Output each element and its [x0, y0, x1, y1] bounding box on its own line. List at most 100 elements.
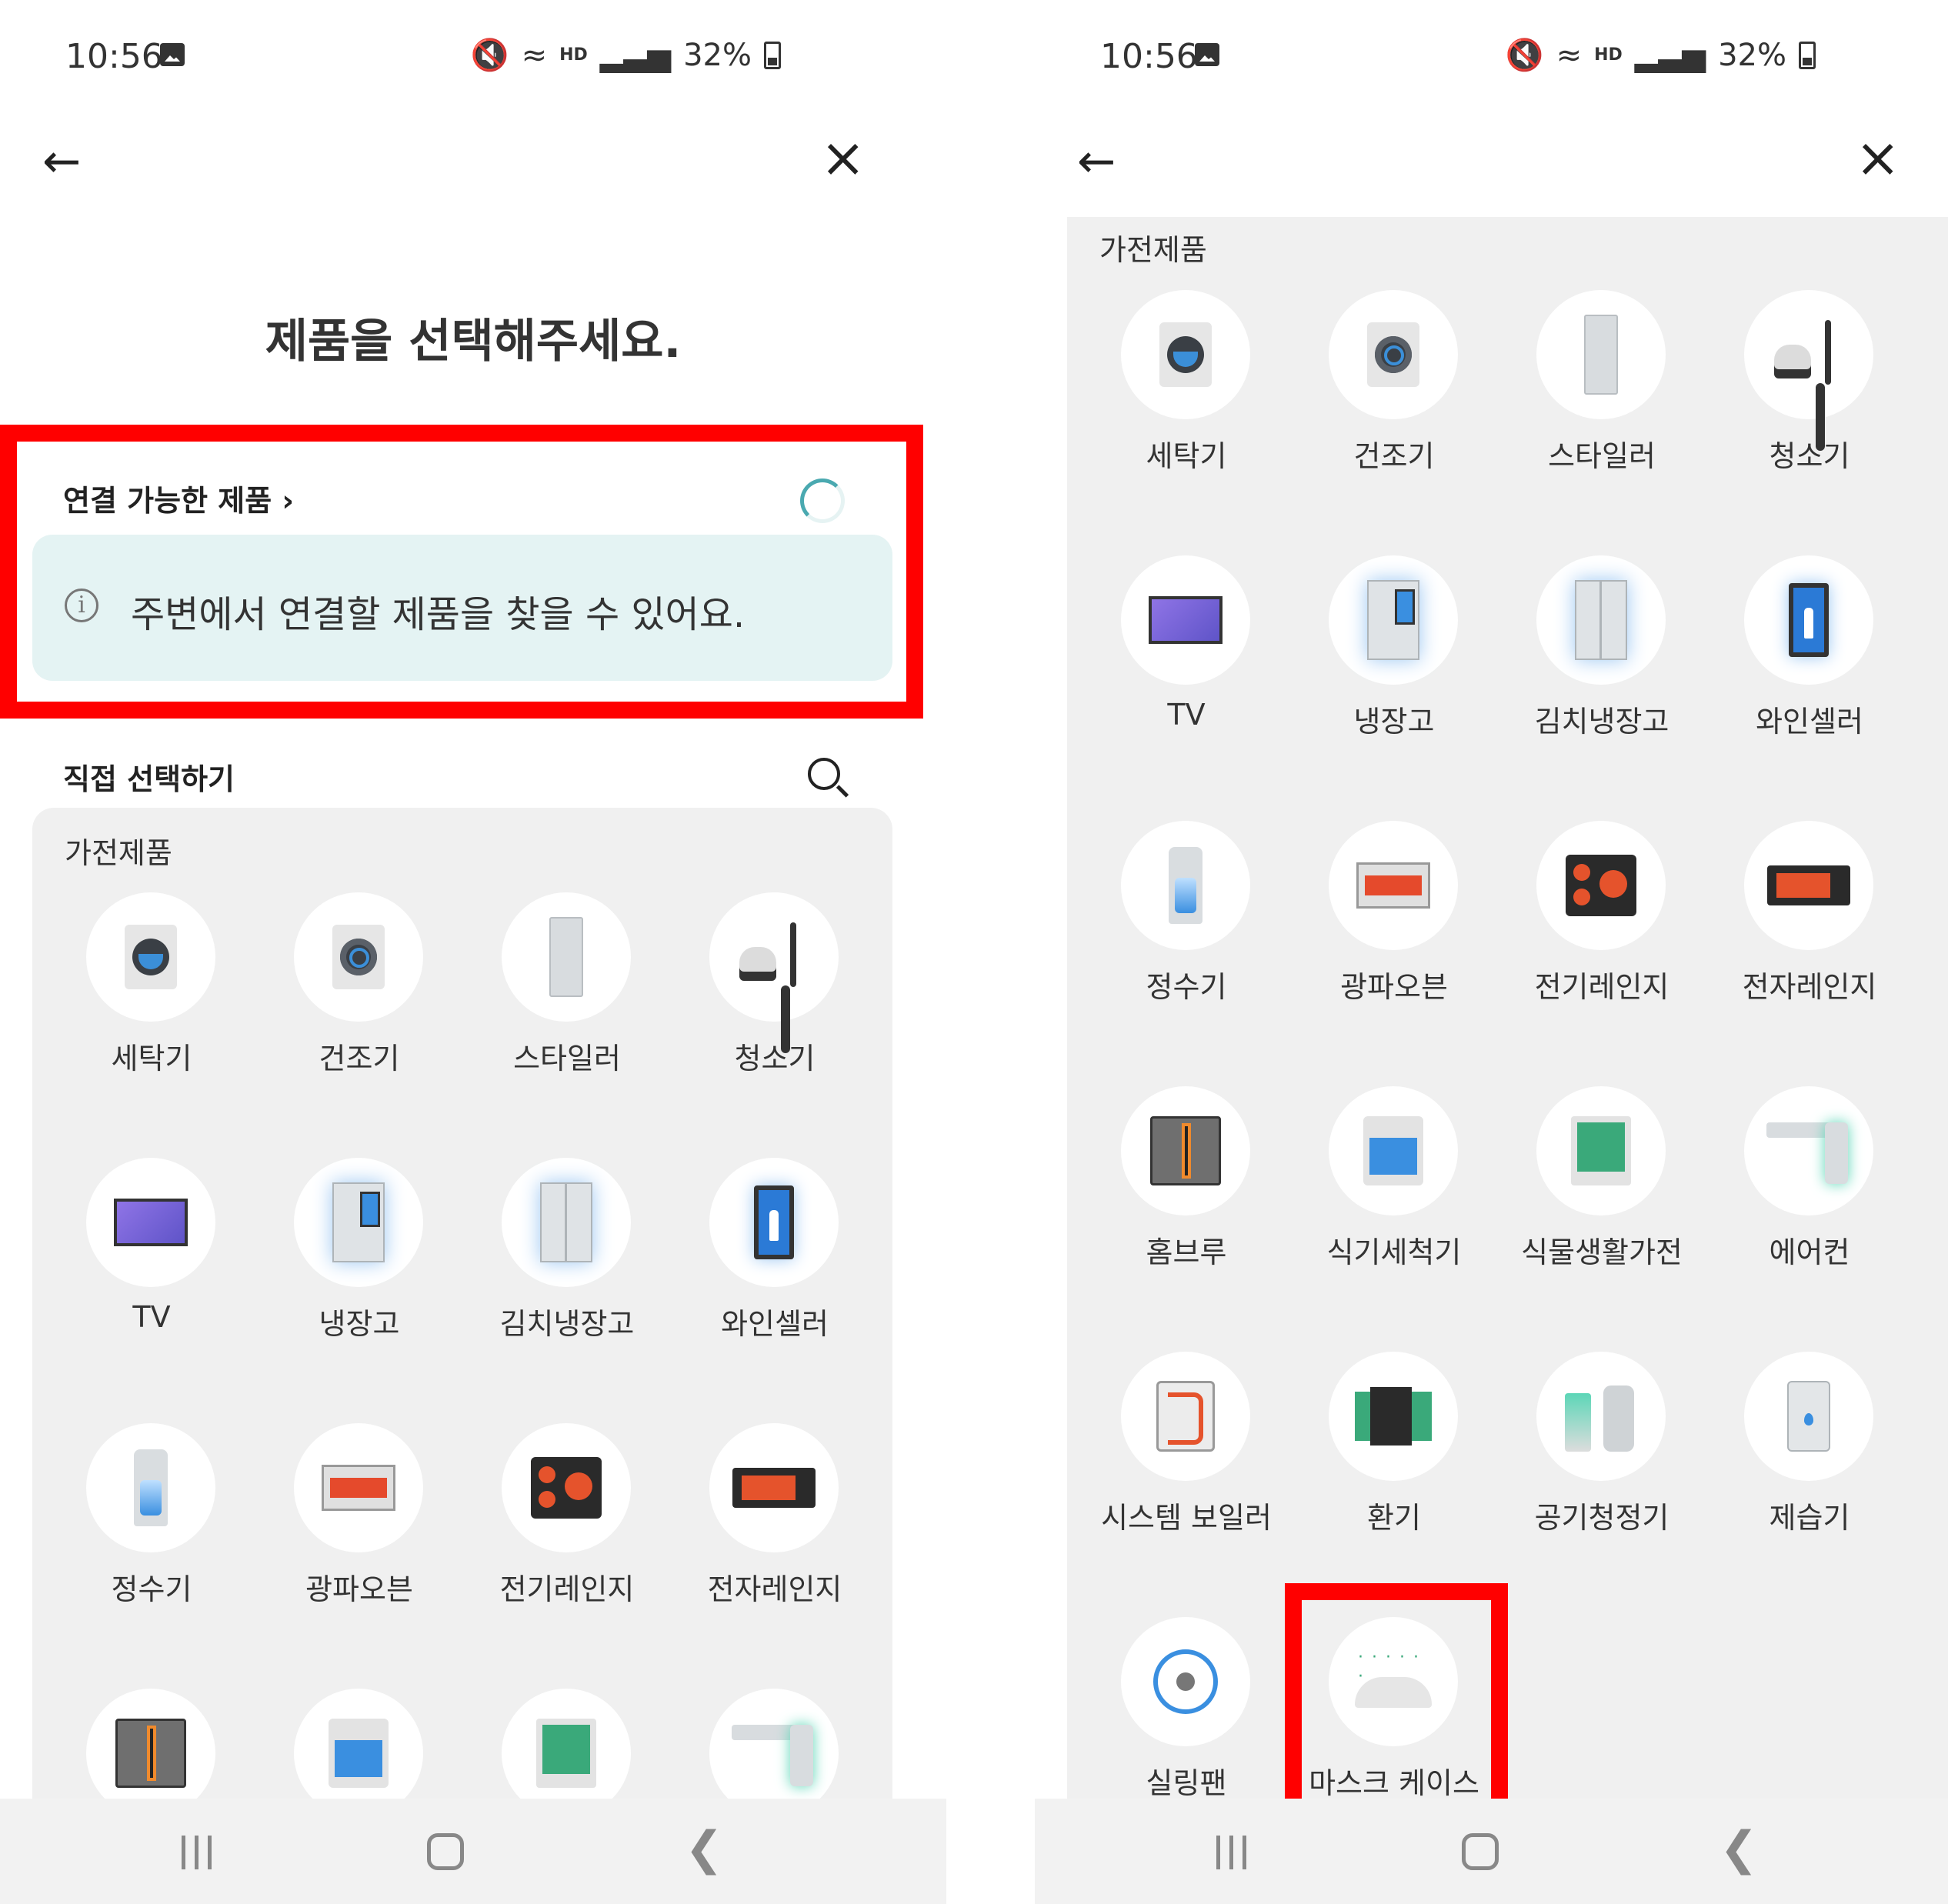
- appliance-label: 김치냉장고: [499, 1307, 635, 1341]
- appliance-oven[interactable]: 광파오븐: [1283, 821, 1490, 1086]
- appliance-wine-cellar[interactable]: 와인셀러: [663, 1158, 871, 1423]
- appliance-icon-bg: [1744, 1352, 1873, 1481]
- status-bar: 10:56 🔇 ≈ HD ▂▃▅ 32%: [1035, 32, 1948, 86]
- appliance-label: 김치냉장고: [1534, 705, 1669, 739]
- status-time: 10:56: [65, 37, 163, 76]
- appliance-plant[interactable]: 식물생활가전: [1490, 1086, 1698, 1352]
- appliance-icon-bg: [1536, 1086, 1666, 1215]
- appliance-label: 전자레인지: [1742, 970, 1877, 1004]
- appliance-icon-bg: [1329, 1086, 1458, 1215]
- boiler-icon: [1156, 1381, 1215, 1452]
- appliance-icon-bg: [1744, 555, 1873, 685]
- appliance-label: 환기: [1367, 1501, 1421, 1535]
- appliance-vacuum[interactable]: 청소기: [663, 892, 871, 1158]
- appliance-icon-bg: [1121, 1617, 1250, 1746]
- styler-icon: [549, 917, 583, 997]
- status-icons: 🔇 ≈ HD ▂▃▅ 32%: [471, 37, 781, 73]
- appliance-label: 전기레인지: [499, 1572, 635, 1606]
- panel-title: 가전제품: [65, 836, 172, 870]
- info-box: i 주변에서 연결할 제품을 찾을 수 있어요.: [32, 535, 892, 681]
- appliance-styler[interactable]: 스타일러: [1490, 290, 1698, 555]
- fridge-icon: [332, 1182, 385, 1262]
- appliance-water-purifier[interactable]: 정수기: [40, 1423, 248, 1689]
- appliance-tv[interactable]: TV: [40, 1158, 248, 1423]
- appliance-oven[interactable]: 광파오븐: [248, 1423, 455, 1689]
- search-icon[interactable]: [808, 758, 840, 790]
- appliance-icon-bg: [1329, 1352, 1458, 1481]
- dishwasher-icon: [1363, 1116, 1423, 1185]
- appliance-tv[interactable]: TV: [1075, 555, 1283, 821]
- wine-cellar-icon: [1789, 583, 1829, 657]
- available-products-label: 연결 가능한 제품: [63, 484, 272, 518]
- plant-appliance-icon: [1571, 1116, 1631, 1185]
- back-arrow-icon[interactable]: ←: [1077, 138, 1116, 185]
- battery-icon: [1799, 41, 1816, 69]
- appliance-fridge[interactable]: 냉장고: [248, 1158, 455, 1423]
- appliance-vacuum[interactable]: 청소기: [1698, 290, 1906, 555]
- appliance-homebrew[interactable]: 홈브루: [1075, 1086, 1283, 1352]
- appliance-fridge[interactable]: 냉장고: [1283, 555, 1490, 821]
- appliance-dehumidifier[interactable]: 제습기: [1698, 1352, 1906, 1617]
- nav-back-icon[interactable]: ❮: [1720, 1826, 1758, 1872]
- battery-percent: 32%: [683, 37, 752, 73]
- appliance-dryer[interactable]: 건조기: [1283, 290, 1490, 555]
- back-arrow-icon[interactable]: ←: [42, 138, 81, 185]
- appliance-icon-bg: [709, 1423, 839, 1552]
- appliance-kimchi-fridge[interactable]: 김치냉장고: [1490, 555, 1698, 821]
- appliance-ventilation[interactable]: 환기: [1283, 1352, 1490, 1617]
- signal-icon: ▂▃▅: [599, 37, 672, 73]
- appliance-microwave[interactable]: 전자레인지: [663, 1423, 871, 1689]
- wifi-icon: ≈: [1556, 37, 1583, 73]
- appliance-microwave[interactable]: 전자레인지: [1698, 821, 1906, 1086]
- appliance-icon-bg: [1329, 821, 1458, 950]
- appliance-icon-bg: [1744, 821, 1873, 950]
- ceiling-fan-icon: [1153, 1649, 1218, 1714]
- appliance-aircon[interactable]: 에어컨: [1698, 1086, 1906, 1352]
- appliance-cooktop[interactable]: 전기레인지: [1490, 821, 1698, 1086]
- dryer-icon: [332, 925, 385, 989]
- page-title: 제품을 선택해주세요.: [265, 315, 682, 368]
- left-screen: 10:56 🔇 ≈ HD ▂▃▅ 32% ← × 제품을 선택해주세요. 연결 …: [0, 0, 946, 1904]
- appliance-icon-bg: [1536, 821, 1666, 950]
- appliance-styler[interactable]: 스타일러: [455, 892, 663, 1158]
- plant-appliance-icon: [536, 1719, 596, 1788]
- appliance-water-purifier[interactable]: 정수기: [1075, 821, 1283, 1086]
- appliance-dishwasher[interactable]: 식기세척기: [1283, 1086, 1490, 1352]
- header: ← ×: [0, 131, 946, 208]
- appliance-wine-cellar[interactable]: 와인셀러: [1698, 555, 1906, 821]
- right-screen: 10:56 🔇 ≈ HD ▂▃▅ 32% ← × 가전제품 세탁기 건조기 스타…: [1035, 0, 1948, 1904]
- recent-apps-icon[interactable]: [177, 1836, 215, 1869]
- appliance-washer[interactable]: 세탁기: [40, 892, 248, 1158]
- appliance-label: 건조기: [1353, 439, 1435, 473]
- cooktop-icon: [1566, 855, 1636, 916]
- appliance-dryer[interactable]: 건조기: [248, 892, 455, 1158]
- appliance-kimchi-fridge[interactable]: 김치냉장고: [455, 1158, 663, 1423]
- appliance-label: 광파오븐: [305, 1572, 413, 1606]
- appliance-air-purifier[interactable]: 공기청정기: [1490, 1352, 1698, 1617]
- styler-icon: [1584, 315, 1618, 395]
- system-nav-bar: ❮: [1035, 1799, 1948, 1904]
- appliance-boiler[interactable]: 시스템 보일러: [1075, 1352, 1283, 1617]
- wifi-icon: ≈: [521, 37, 548, 73]
- vacuum-icon: [739, 922, 809, 992]
- panel-title: 가전제품: [1099, 233, 1207, 267]
- gallery-notification-icon: [160, 43, 185, 66]
- appliance-cooktop[interactable]: 전기레인지: [455, 1423, 663, 1689]
- close-icon[interactable]: ×: [820, 131, 866, 185]
- home-icon[interactable]: [1462, 1833, 1499, 1870]
- signal-icon: ▂▃▅: [1634, 37, 1706, 73]
- appliance-icon-bg: [294, 892, 423, 1022]
- appliance-washer[interactable]: 세탁기: [1075, 290, 1283, 555]
- info-icon: i: [65, 589, 98, 622]
- status-bar: 10:56 🔇 ≈ HD ▂▃▅ 32%: [0, 32, 946, 86]
- nav-back-icon[interactable]: ❮: [685, 1826, 723, 1872]
- oven-icon: [322, 1465, 395, 1511]
- home-icon[interactable]: [427, 1833, 464, 1870]
- recent-apps-icon[interactable]: [1212, 1836, 1250, 1869]
- washer-icon: [1159, 322, 1212, 387]
- appliance-icon-bg: [1121, 821, 1250, 950]
- appliance-icon-bg: [709, 892, 839, 1022]
- close-icon[interactable]: ×: [1855, 131, 1900, 185]
- available-products-link[interactable]: 연결 가능한 제품 ›: [63, 477, 294, 519]
- aircon-icon: [1766, 1116, 1851, 1185]
